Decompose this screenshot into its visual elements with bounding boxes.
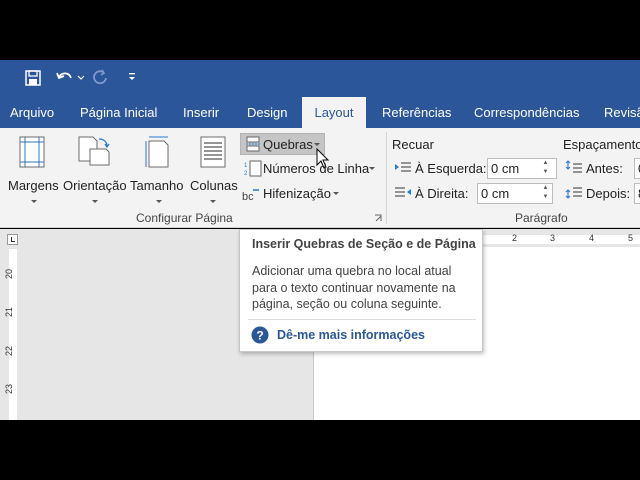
indent-right-value: 0 cm — [481, 186, 510, 201]
svg-text:bc: bc — [242, 191, 254, 202]
chevron-down-icon — [31, 200, 37, 203]
line-numbers-label: Números de Linha — [263, 161, 370, 176]
tab-correspondencias[interactable]: Correspondências — [474, 97, 580, 128]
spacing-after-input[interactable]: 8 — [634, 183, 640, 204]
breaks-label: Quebras — [263, 137, 313, 152]
ribbon-tabs: Arquivo Página Inicial Inserir Design La… — [0, 97, 640, 128]
indent-title: Recuar — [392, 137, 434, 152]
spacing-before-input[interactable]: 0 — [634, 158, 640, 179]
paragraph-group-label: Parágrafo — [515, 211, 568, 225]
columns-label: Colunas — [190, 178, 238, 193]
hyphenation-button[interactable]: bc Hifenização — [242, 183, 342, 205]
ruler-mark: 20 — [4, 268, 15, 280]
chevron-down-icon — [156, 200, 162, 203]
chevron-down-icon — [210, 200, 216, 203]
page-setup-group-label: Configurar Página — [136, 211, 233, 225]
svg-text:1: 1 — [244, 163, 248, 169]
tooltip-more-info-link[interactable]: Dê-me mais informações — [277, 328, 425, 342]
orientation-button[interactable]: Orientação — [61, 132, 127, 208]
ruler-mark: 21 — [4, 306, 15, 318]
indent-right-icon — [395, 187, 411, 197]
indent-left-value: 0 cm — [491, 161, 520, 176]
indent-left-label: À Esquerda: — [415, 161, 487, 176]
columns-button[interactable]: Colunas — [189, 132, 238, 208]
group-divider — [386, 132, 387, 224]
indent-right-label: À Direita: — [415, 186, 469, 201]
dialog-launcher-icon[interactable] — [374, 214, 383, 223]
horizontal-ruler[interactable]: 2 3 4 5 — [482, 233, 640, 244]
orientation-icon — [78, 136, 110, 166]
margins-icon — [19, 136, 45, 168]
tab-inserir[interactable]: Inserir — [183, 97, 219, 128]
spacing-after-label: Depois: — [586, 186, 631, 201]
spin-down-icon[interactable]: ▼ — [541, 193, 550, 202]
redo-icon[interactable] — [92, 69, 110, 87]
margins-label: Margens — [8, 178, 59, 193]
size-button[interactable]: Tamanho — [130, 132, 186, 208]
tooltip-divider — [248, 319, 476, 320]
columns-icon — [200, 136, 226, 168]
breaks-icon — [246, 136, 260, 152]
title-bar — [0, 60, 640, 97]
chevron-down-icon — [369, 167, 375, 170]
ruler-mark: 3 — [550, 233, 556, 243]
chevron-down-icon — [92, 200, 98, 203]
ribbon: Margens Orientação Tamanho Colunas Quebr… — [0, 128, 640, 228]
breaks-button[interactable]: Quebras — [240, 133, 325, 155]
letterbox-bottom — [0, 420, 640, 480]
vertical-ruler[interactable]: 20 21 22 23 — [2, 229, 22, 420]
line-numbers-icon: 1 2 — [244, 160, 262, 177]
ruler-mark: 4 — [589, 233, 595, 243]
tab-arquivo[interactable]: Arquivo — [10, 97, 54, 128]
spin-down-icon[interactable]: ▼ — [541, 168, 550, 177]
ruler-mark: 5 — [628, 233, 634, 243]
svg-text:2: 2 — [244, 171, 248, 177]
tab-revisao[interactable]: Revisã — [604, 97, 640, 128]
ruler-mark: 23 — [4, 383, 15, 395]
chevron-down-icon — [314, 143, 320, 146]
tooltip-body: Adicionar uma quebra no local atual para… — [252, 264, 456, 311]
spacing-title: Espaçamento — [563, 137, 640, 152]
orientation-label: Orientação — [63, 178, 127, 193]
spacing-before-icon — [565, 160, 582, 173]
undo-icon[interactable] — [55, 69, 75, 87]
spacing-before-label: Antes: — [586, 161, 623, 176]
svg-text:?: ? — [256, 329, 263, 343]
tab-selector[interactable] — [7, 234, 18, 245]
tab-referencias[interactable]: Referências — [382, 97, 451, 128]
tab-design[interactable]: Design — [247, 97, 287, 128]
indent-left-icon — [395, 162, 411, 172]
breaks-tooltip: Inserir Quebras de Seção e de Página Adi… — [239, 229, 483, 352]
tooltip-title: Inserir Quebras de Seção e de Página — [252, 237, 476, 251]
tab-layout[interactable]: Layout — [302, 97, 366, 128]
ruler-mark: 2 — [512, 233, 518, 243]
hyphenation-icon: bc — [242, 189, 259, 202]
spacing-after-icon — [565, 187, 582, 199]
ruler-mark: 22 — [4, 345, 15, 357]
help-icon[interactable]: ? — [251, 326, 269, 344]
save-icon[interactable] — [24, 69, 42, 87]
margins-button[interactable]: Margens — [6, 132, 59, 208]
size-icon — [145, 136, 169, 168]
size-label: Tamanho — [130, 178, 184, 193]
line-numbers-button[interactable]: 1 2 Números de Linha — [242, 158, 376, 180]
hyphenation-label: Hifenização — [263, 186, 331, 201]
customize-arrow-icon[interactable] — [127, 72, 137, 82]
chevron-down-icon — [333, 192, 339, 195]
tab-pagina-inicial[interactable]: Página Inicial — [80, 97, 157, 128]
undo-dropdown-icon[interactable] — [77, 75, 85, 81]
spin-up-icon[interactable]: ▲ — [541, 184, 550, 193]
spin-up-icon[interactable]: ▲ — [541, 159, 550, 168]
